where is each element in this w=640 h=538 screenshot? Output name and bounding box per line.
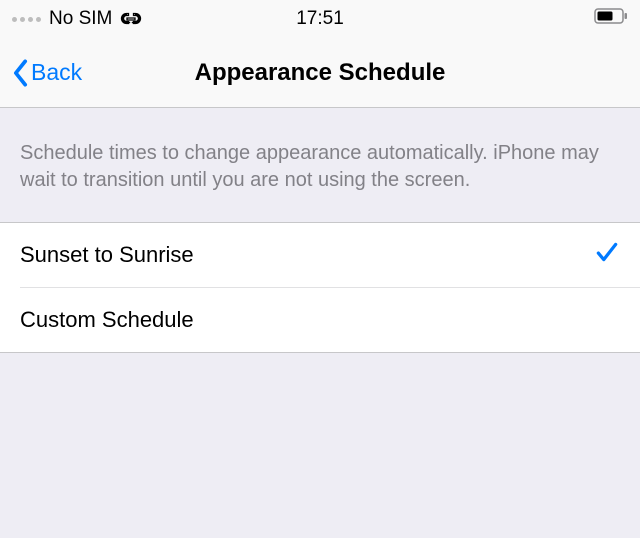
option-sunset-to-sunrise[interactable]: Sunset to Sunrise bbox=[0, 223, 640, 287]
options-list: Sunset to Sunrise Custom Schedule bbox=[0, 222, 640, 353]
back-button[interactable]: Back bbox=[12, 59, 82, 87]
status-bar: No SIM 17:51 bbox=[0, 0, 640, 38]
section-description: Schedule times to change appearance auto… bbox=[0, 108, 640, 222]
option-label: Sunset to Sunrise bbox=[20, 242, 194, 268]
carrier-label: No SIM bbox=[49, 8, 112, 30]
checkmark-icon bbox=[594, 239, 620, 271]
option-label: Custom Schedule bbox=[20, 307, 194, 333]
personal-hotspot-icon bbox=[120, 12, 142, 26]
page-title: Appearance Schedule bbox=[0, 59, 640, 87]
nav-bar: Back Appearance Schedule bbox=[0, 38, 640, 108]
back-label: Back bbox=[31, 59, 82, 86]
option-custom-schedule[interactable]: Custom Schedule bbox=[0, 288, 640, 352]
chevron-left-icon bbox=[12, 59, 29, 87]
signal-dots-icon bbox=[12, 17, 41, 22]
battery-icon bbox=[594, 8, 628, 24]
status-right bbox=[594, 8, 628, 30]
status-left: No SIM bbox=[12, 8, 142, 30]
